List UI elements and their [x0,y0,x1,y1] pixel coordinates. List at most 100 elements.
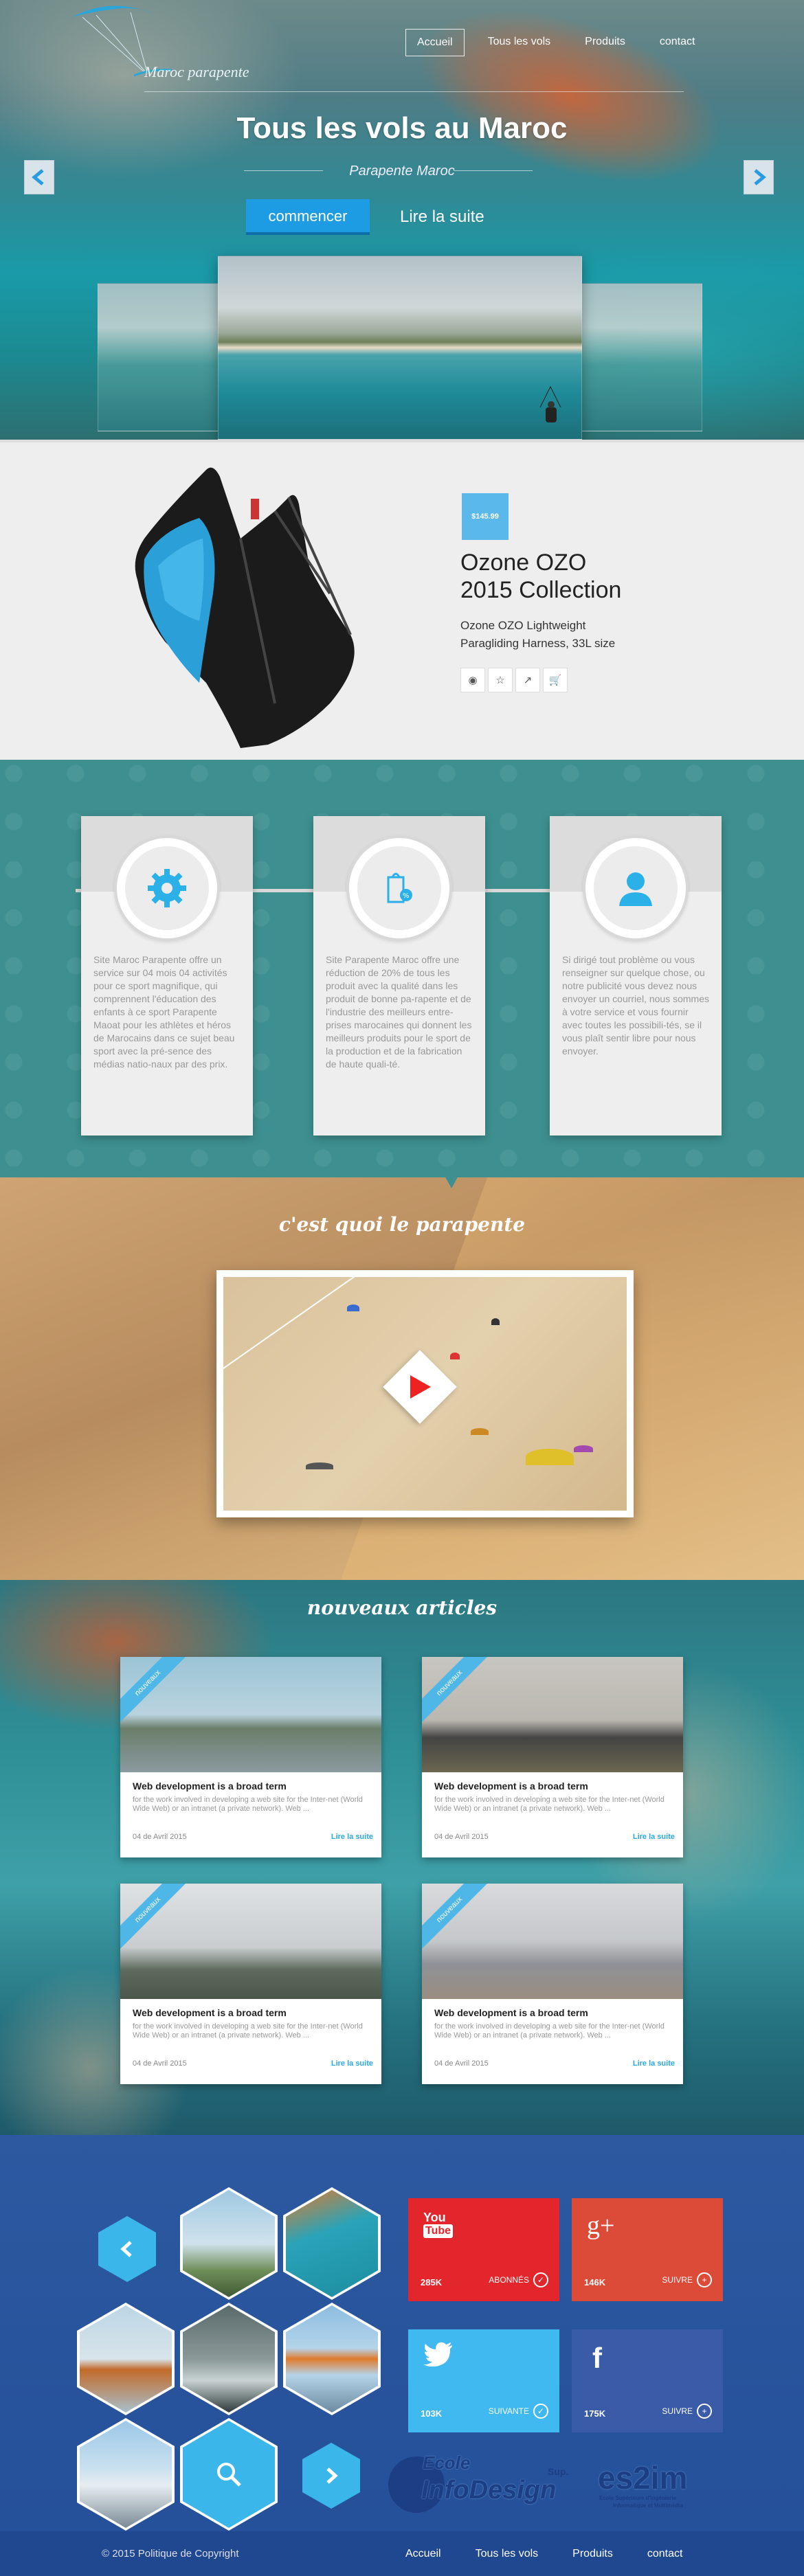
gear-icon [148,869,186,907]
infodesign-logo[interactable]: Ecole Sup. InfoDesign [388,2451,581,2513]
es2im-logo-line-1: es2im [598,2460,688,2496]
feature-card-discount: % Site Parapente Maroc offre une réducti… [313,816,485,1136]
facebook-count: 175K [584,2408,606,2419]
feature-text: Si dirigé tout problème ou vous renseign… [562,954,709,1057]
es2im-logo-line-3: Informatique et Multimédia [613,2502,683,2509]
twitter-tile[interactable]: 103K SUIVANTE ✓ [408,2329,559,2432]
article-card[interactable]: nouveaux Web development is a broad term… [422,1884,683,2084]
article-card[interactable]: nouveaux Web development is a broad term… [422,1657,683,1857]
discount-tag-icon: % [387,872,412,903]
youtube-subscribe[interactable]: ABONNÉS ✓ [489,2272,548,2287]
plus-icon: + [697,2272,712,2287]
slider-prev-button[interactable] [24,160,54,194]
article-title[interactable]: Web development is a broad term [133,1781,287,1792]
googleplus-tile[interactable]: g+ 146K SUIVRE + [572,2198,723,2301]
subtitle-line-right [454,170,533,171]
youtube-tile[interactable]: You Tube 285K ABONNÉS ✓ [408,2198,559,2301]
check-icon: ✓ [533,2404,548,2419]
article-card[interactable]: nouveaux Web development is a broad term… [120,1657,381,1857]
gallery-hexagon[interactable] [180,2187,278,2300]
product-description: Ozone OZO Lightweight Paragliding Harnes… [460,619,616,650]
footer: © 2015 Politique de Copyright Accueil To… [0,2531,804,2576]
gallery-search-hexagon[interactable] [180,2418,278,2531]
play-icon[interactable] [410,1375,431,1399]
slide-thumbnail-right[interactable] [565,283,702,431]
googleplus-icon: g+ [587,2211,615,2240]
feature-card-service: Site Maroc Parapente offre un service su… [81,816,253,1136]
article-title[interactable]: Web development is a broad term [133,2007,287,2018]
logo-text[interactable]: Maroc parapente [144,63,249,81]
article-date: 04 de Avril 2015 [434,2059,489,2068]
gallery-next-button[interactable] [302,2443,360,2509]
gallery-hexagon[interactable] [283,2303,381,2415]
gallery-hexagon[interactable] [180,2303,278,2415]
youtube-action-label: ABONNÉS [489,2275,529,2285]
price-badge: $145.99 [462,493,509,540]
footer-nav-contact[interactable]: contact [647,2548,683,2560]
googleplus-count: 146K [584,2277,606,2287]
facebook-follow[interactable]: SUIVRE + [662,2404,712,2419]
nav-item-accueil[interactable]: Accueil [405,29,465,56]
article-excerpt: for the work involved in developing a we… [434,1796,665,1813]
read-more-link[interactable]: Lire la suite [633,1833,675,1841]
nav-item-tous-les-vols[interactable]: Tous les vols [477,29,562,56]
gallery-prev-button[interactable] [98,2216,156,2282]
facebook-icon: f [592,2342,602,2374]
footer-nav-accueil[interactable]: Accueil [405,2548,441,2560]
video-player[interactable] [216,1270,634,1517]
read-more-link[interactable]: Lire la suite [331,1833,373,1841]
gallery-hexagon[interactable] [77,2418,175,2531]
top-navigation: Accueil Tous les vols Produits contact [405,29,718,56]
header-divider [144,91,684,92]
harness-product-image[interactable] [103,456,405,752]
infodesign-logo-line-1: Ecole [423,2452,471,2473]
read-more-link[interactable]: Lire la suite [633,2059,675,2068]
gallery-hexagon[interactable] [77,2303,175,2415]
gallery-hexagon[interactable] [283,2187,381,2300]
twitter-action-label: SUIVANTE [488,2406,529,2416]
chevron-right-icon [754,169,766,185]
eye-icon[interactable]: ◉ [460,668,485,692]
footer-navigation: Accueil Tous les vols Produits contact [405,2548,717,2560]
product-title-line-1: Ozone OZO [460,550,587,576]
es2im-logo[interactable]: es2im Ecole Supérieure d'Ingénierie Info… [598,2460,728,2513]
svg-text:%: % [403,892,410,900]
star-icon[interactable]: ☆ [488,668,513,692]
twitter-count: 103K [421,2408,443,2419]
hero-subtitle: Parapente Maroc [349,163,455,179]
footer-nav-tous-les-vols[interactable]: Tous les vols [476,2548,539,2560]
twitter-follow[interactable]: SUIVANTE ✓ [489,2404,548,2419]
slide-thumbnail-left[interactable] [98,283,235,431]
feature-text: Site Parapente Maroc offre une réduction… [326,954,472,1070]
facebook-tile[interactable]: f 175K SUIVRE + [572,2329,723,2432]
article-excerpt: for the work involved in developing a we… [434,2022,665,2040]
read-more-link[interactable]: Lire la suite [331,2059,373,2068]
nav-item-produits[interactable]: Produits [574,29,636,56]
article-card[interactable]: nouveaux Web development is a broad term… [120,1884,381,2084]
start-button[interactable]: commencer [246,199,370,235]
slide-image-main [218,256,582,440]
cart-icon[interactable]: 🛒 [543,668,568,692]
articles-title: nouveaux articles [306,1596,498,1619]
twitter-bird-icon [423,2342,452,2366]
product-section: $145.99 Ozone OZO 2015 Collection Ozone … [0,440,804,760]
article-date: 04 de Avril 2015 [133,1833,187,1841]
check-icon: ✓ [533,2272,548,2287]
product-title-line-2: 2015 Collection [460,577,622,603]
copyright-text[interactable]: © 2015 Politique de Copyright [102,2548,239,2560]
share-icon[interactable]: ↗ [515,668,540,692]
slider-next-button[interactable] [744,160,774,194]
googleplus-follow[interactable]: SUIVRE + [662,2272,712,2287]
video-section-title: c'est quoi le parapente [278,1213,526,1236]
article-title[interactable]: Web development is a broad term [434,1781,588,1792]
youtube-logo-line-2: Tube [423,2224,454,2238]
read-more-link[interactable]: Lire la suite [400,207,484,227]
nav-item-contact[interactable]: contact [649,29,706,56]
googleplus-action-label: SUIVRE [662,2275,693,2285]
article-title[interactable]: Web development is a broad term [434,2007,588,2018]
social-section: You Tube 285K ABONNÉS ✓ g+ 146K SUIVRE + 1… [0,2135,804,2531]
youtube-icon: You Tube [423,2211,454,2238]
article-excerpt: for the work involved in developing a we… [133,2022,363,2040]
footer-nav-produits[interactable]: Produits [572,2548,613,2560]
hero-title: Tous les vols au Maroc [236,111,568,145]
